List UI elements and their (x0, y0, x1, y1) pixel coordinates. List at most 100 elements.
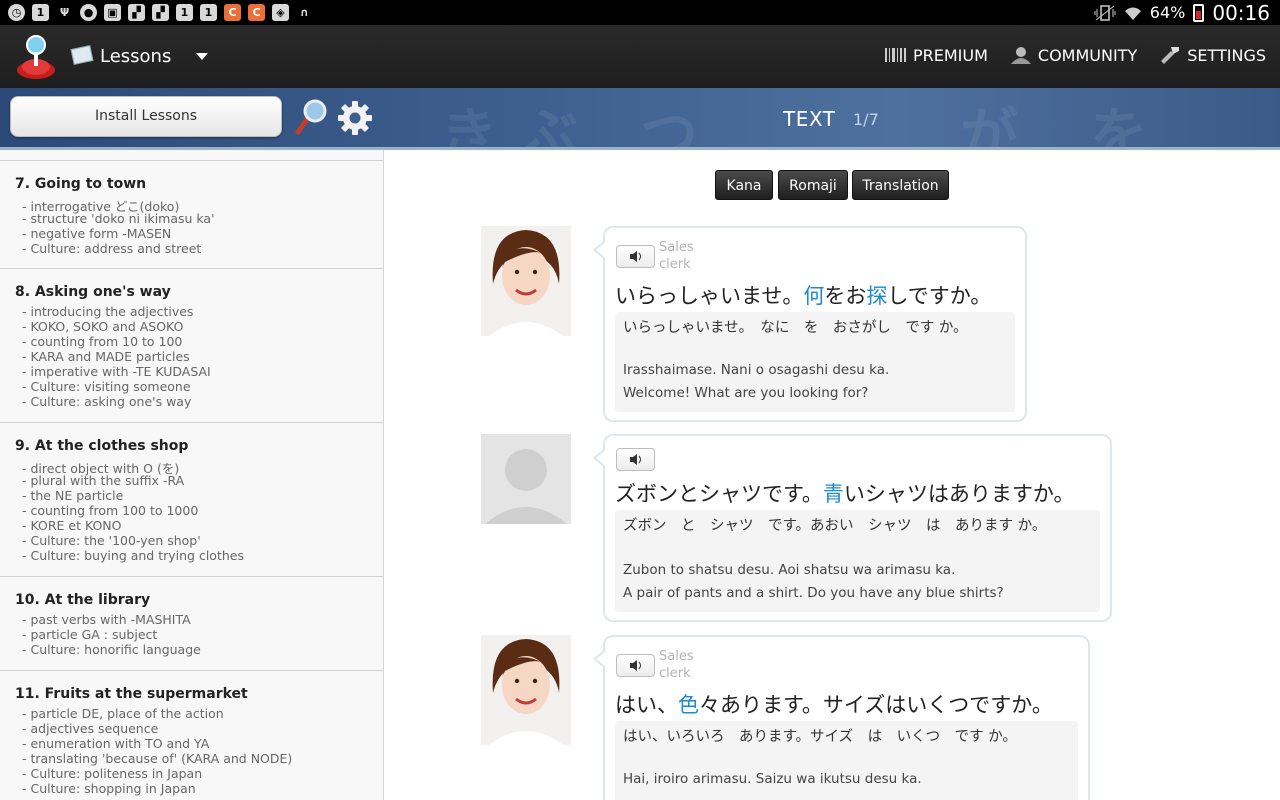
lesson-topic: - Culture: buying and trying clothes (22, 548, 244, 563)
lesson-topic: - KORE et KONO (22, 518, 122, 533)
speaker-avatar (481, 635, 571, 745)
kana-reading: いらっしゃいませ。 なに を おさがし です か。 (623, 320, 968, 336)
flag-icon: ▞ (128, 4, 145, 21)
translation-text: A pair of pants and a shirt. Do you have… (623, 585, 1004, 601)
lesson-topic: - Culture: shopping in Japan (22, 781, 196, 796)
speaker-icon (630, 454, 641, 465)
speaker-icon (630, 660, 641, 671)
sentence-part: しですか。 (887, 284, 992, 308)
sentence-part: いシャツはありますか。 (843, 482, 1075, 506)
bubble-tail (593, 240, 606, 260)
circle-icon: ● (80, 4, 97, 21)
speaker-role: Sales clerk (659, 649, 694, 681)
speaker-role: Sales clerk (659, 240, 694, 272)
kana-reading: ズボン と シャツ です。あおい シャツ は あります か。 (623, 518, 1047, 534)
translation-text: Welcome! What are you looking for? (623, 385, 869, 401)
banner-decoration: ぶ (520, 101, 579, 150)
translation-toggle-button[interactable]: Translation (852, 170, 949, 200)
lesson-topic: - Culture: honorific language (22, 642, 201, 657)
status-bar: ◷ 1 Ψ ● ▣ ▞ ▞ 1 1 C C ◈ ∩ 64% 00:16 (0, 0, 1280, 25)
placeholder-avatar-icon (481, 434, 571, 524)
gear-icon[interactable] (338, 101, 372, 135)
battery-icon (1193, 3, 1205, 22)
banner-decoration: が (960, 101, 1019, 150)
play-audio-button[interactable] (616, 245, 655, 268)
bubble-tail (593, 649, 606, 669)
kanji-link[interactable]: 色 (678, 693, 699, 717)
reading-panel: ズボン と シャツ です。あおい シャツ は あります か。 Zubon to … (615, 510, 1100, 612)
settings-button[interactable]: SETTINGS (1159, 45, 1266, 65)
speaker-avatar (481, 434, 571, 524)
action-menu: PREMIUM COMMUNITY SETTINGS (884, 45, 1266, 65)
calendar-icon: 1 (32, 4, 49, 21)
lesson-topic: - enumeration with TO and YA (22, 736, 210, 751)
barcode-icon (884, 48, 906, 62)
system-tray: 64% 00:16 (1094, 0, 1270, 25)
lessons-dropdown-label[interactable]: Lessons (100, 46, 171, 67)
kanji-link[interactable]: 探 (866, 284, 887, 308)
lesson-topic: - counting from 100 to 1000 (22, 503, 199, 518)
lesson-list: 7. Going to town - interrogative どこ(doko… (0, 150, 384, 800)
romaji-reading: Zubon to shatsu desu. Aoi shatsu wa arim… (623, 562, 956, 578)
play-audio-button[interactable] (616, 448, 655, 471)
lesson-title: 9. At the clothes shop (15, 438, 189, 454)
lesson-topic: - Culture: visiting someone (22, 379, 191, 394)
lesson-topic: - counting from 10 to 100 (22, 334, 183, 349)
lesson-item-8[interactable]: 8. Asking one's way - introducing the ad… (0, 268, 383, 422)
lesson-book-icon (70, 45, 94, 65)
dropdown-caret-icon[interactable] (196, 53, 208, 60)
bag-icon: ◈ (272, 4, 289, 21)
lesson-item-10[interactable]: 10. At the library - past verbs with -MA… (0, 576, 383, 670)
banner-decoration: き (440, 101, 499, 150)
lesson-item-7[interactable]: 7. Going to town - interrogative どこ(doko… (0, 160, 383, 268)
woman-photo (481, 226, 571, 336)
kanji-link[interactable]: 青 (823, 482, 844, 506)
headset-icon: ∩ (300, 6, 309, 19)
image-icon: ▣ (104, 4, 121, 21)
settings-label: SETTINGS (1187, 45, 1266, 65)
lesson-item-11[interactable]: 11. Fruits at the supermarket - particle… (0, 670, 383, 800)
notification-icons: ◷ 1 Ψ ● ▣ ▞ ▞ 1 1 C C ◈ ∩ (8, 4, 313, 21)
romaji-toggle-button[interactable]: Romaji (778, 170, 848, 200)
c-icon: C (248, 4, 265, 21)
lesson-topic: - past verbs with -MASHITA (22, 612, 191, 627)
kana-toggle-button[interactable]: Kana (715, 170, 773, 200)
search-icon[interactable] (294, 98, 328, 136)
lesson-topic: - negative form -MASEN (22, 226, 172, 241)
premium-button[interactable]: PREMIUM (884, 45, 988, 65)
lesson-topic: - particle DE, place of the action (22, 706, 224, 721)
kana-reading: はい、いろいろ あります。サイズ は いくつ です か。 (623, 729, 1017, 745)
calendar-icon: 1 (200, 4, 217, 21)
lesson-title: 7. Going to town (15, 176, 147, 192)
japanese-sentence: はい、色々あります。サイズはいくつですか。 (615, 689, 1053, 719)
lesson-topic: - particle GA : subject (22, 627, 158, 642)
premium-label: PREMIUM (912, 45, 988, 65)
lesson-topic: - Culture: asking one's way (22, 394, 192, 409)
lesson-topic: - Culture: address and street (22, 241, 202, 256)
app-logo-icon[interactable] (15, 32, 57, 80)
sentence-part: いらっしゃいませ。 (615, 284, 804, 308)
flag-icon: ▞ (152, 4, 169, 21)
page-indicator: 1/7 (853, 110, 879, 129)
calendar-icon: 1 (176, 4, 193, 21)
action-bar: Lessons PREMIUM COMMUNITY SETTINGS (0, 25, 1280, 88)
alarm-icon: ◷ (8, 4, 25, 21)
lesson-topic: - introducing the adjectives (22, 304, 194, 319)
section-title: TEXT (783, 107, 836, 131)
speaker-avatar (481, 226, 571, 336)
lesson-title: 10. At the library (15, 592, 151, 608)
play-audio-button[interactable] (616, 654, 655, 677)
dialogue-bubble-3: Sales clerk はい、色々あります。サイズはいくつですか。 はい、いろい… (593, 635, 1090, 800)
lesson-topic: - Culture: the '100-yen shop' (22, 533, 201, 548)
lesson-title: 8. Asking one's way (15, 284, 171, 300)
lesson-topic: - KARA and MADE particles (22, 349, 190, 364)
wifi-icon (1124, 7, 1141, 20)
lesson-topic: - Culture: politeness in Japan (22, 766, 203, 781)
kanji-link[interactable]: 何 (803, 284, 824, 308)
lesson-item-9[interactable]: 9. At the clothes shop - direct object w… (0, 422, 383, 576)
install-lessons-button[interactable]: Install Lessons (10, 96, 282, 137)
japanese-sentence: ズボンとシャツです。青いシャツはありますか。 (615, 478, 1075, 508)
banner-decoration: つ (640, 101, 699, 150)
community-button[interactable]: COMMUNITY (1010, 46, 1137, 65)
sentence-part: ズボンとシャツです。 (615, 482, 823, 506)
